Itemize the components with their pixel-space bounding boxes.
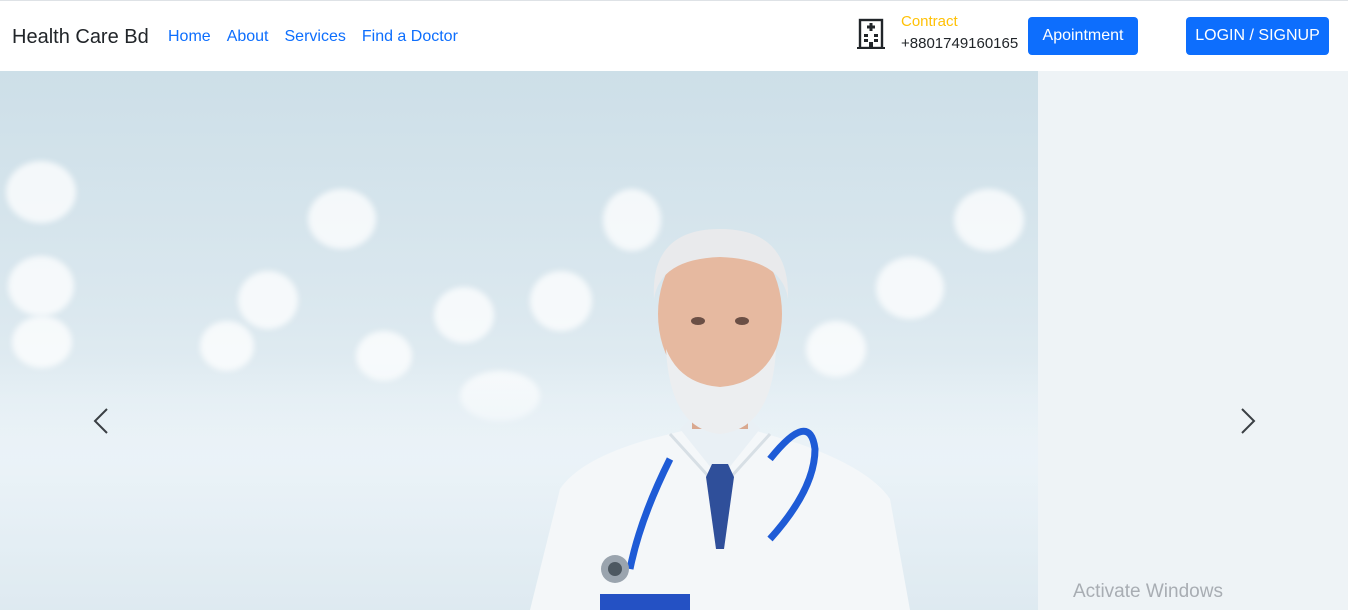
bokeh-light <box>6 161 76 223</box>
nav-link-about[interactable]: About <box>227 27 269 47</box>
bokeh-light <box>308 189 376 249</box>
contact-label: Contract <box>901 13 958 30</box>
login-signup-button[interactable]: LOGIN / SIGNUP <box>1186 17 1329 55</box>
carousel-prev-button[interactable] <box>86 401 116 441</box>
hero-carousel: Activate Windows <box>0 71 1348 610</box>
brand-logo-text[interactable]: Health Care Bd <box>12 25 149 49</box>
bokeh-light <box>8 256 74 316</box>
nav-link-find-doctor[interactable]: Find a Doctor <box>362 27 458 47</box>
nav-link-home[interactable]: Home <box>168 27 211 47</box>
nav-link-services[interactable]: Services <box>285 27 346 47</box>
carousel-next-button[interactable] <box>1233 401 1263 441</box>
contact-phone: +8801749160165 <box>901 35 1019 52</box>
chevron-left-icon <box>93 408 108 434</box>
nav-menu: Home About Services Find a Doctor <box>168 27 474 47</box>
hospital-building-icon <box>857 18 885 49</box>
bokeh-light <box>434 287 494 343</box>
windows-activation-watermark: Activate Windows <box>1073 581 1223 602</box>
appointment-button[interactable]: Apointment <box>1028 17 1138 55</box>
carousel-slide-image <box>0 71 1038 610</box>
top-navbar: Health Care Bd Home About Services Find … <box>0 1 1348 71</box>
chevron-right-icon <box>1241 408 1256 434</box>
bokeh-light <box>238 271 298 329</box>
bokeh-light <box>954 189 1024 251</box>
doctor-illustration <box>530 229 910 610</box>
